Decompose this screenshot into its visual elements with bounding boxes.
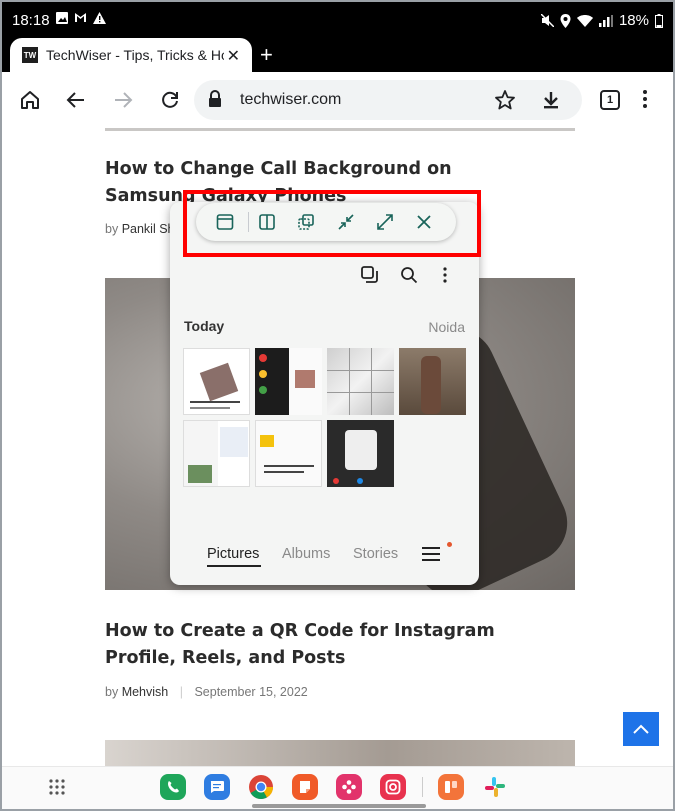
- warning-icon: [93, 12, 106, 24]
- tab-pictures[interactable]: Pictures: [207, 546, 259, 562]
- article-meta: by Mehvish | September 15, 2022: [105, 685, 308, 699]
- battery-icon: [655, 13, 663, 28]
- messages-icon[interactable]: [204, 774, 230, 800]
- tab-switcher-button[interactable]: 1: [600, 90, 620, 110]
- home-icon: [21, 91, 39, 109]
- browser-toolbar: techwiser.com 1: [2, 72, 673, 128]
- browser-tab[interactable]: TW TechWiser - Tips, Tricks & Ho ✕: [10, 38, 252, 72]
- status-right: 18%: [540, 12, 663, 29]
- slack-icon[interactable]: [482, 774, 508, 800]
- more-menu-icon[interactable]: [642, 88, 648, 110]
- popup-window[interactable]: Today Noida Pictures Albums Stories: [170, 202, 479, 585]
- battery-level: 18%: [618, 12, 649, 29]
- lock-icon: [209, 90, 221, 107]
- photo-thumbnail[interactable]: [399, 348, 466, 415]
- bookmark-star-icon[interactable]: [494, 89, 516, 111]
- site-favicon: TW: [22, 47, 38, 63]
- photo-editor-icon[interactable]: [438, 774, 464, 800]
- url-text: techwiser.com: [240, 91, 342, 108]
- tab-albums[interactable]: Albums: [282, 546, 330, 562]
- address-bar[interactable]: techwiser.com: [194, 80, 582, 120]
- home-button[interactable]: [16, 86, 44, 114]
- dock-separator: [422, 777, 423, 797]
- reload-icon: [162, 91, 178, 108]
- more-vert-icon: [443, 267, 447, 283]
- reload-button[interactable]: [156, 86, 184, 114]
- flower-app-icon[interactable]: [336, 774, 362, 800]
- tab-close-button[interactable]: ✕: [227, 46, 240, 65]
- gmail-notification-icon: [75, 13, 86, 22]
- tab-title: TechWiser - Tips, Tricks & Ho: [46, 47, 224, 63]
- home-gesture-bar[interactable]: [252, 804, 426, 808]
- camera-app-icon[interactable]: [380, 774, 406, 800]
- chrome-icon[interactable]: [248, 774, 274, 800]
- meta-separator: |: [179, 685, 183, 699]
- photo-thumbnail[interactable]: [327, 420, 394, 487]
- download-icon[interactable]: [540, 89, 562, 111]
- back-arrow-icon: [66, 92, 84, 108]
- article-date: September 15, 2022: [194, 685, 308, 699]
- article-author[interactable]: Pankil Sh: [122, 222, 175, 236]
- highlight-box: [183, 190, 481, 257]
- section-location: Noida: [428, 319, 465, 335]
- byline-prefix: by: [105, 222, 119, 236]
- article-author[interactable]: Mehvish: [122, 685, 169, 699]
- select-icon: [361, 266, 378, 283]
- status-bar: 18:18 18%: [2, 2, 673, 38]
- screen: 18:18 18% TW TechWiser - Tips, Tricks & …: [0, 0, 675, 811]
- phone-icon[interactable]: [160, 774, 186, 800]
- tab-strip: TW TechWiser - Tips, Tricks & Ho ✕ +: [2, 38, 673, 72]
- photo-thumbnail[interactable]: [183, 348, 250, 415]
- search-button[interactable]: [398, 264, 420, 286]
- article-title[interactable]: How to Create a QR Code for Instagram Pr…: [105, 618, 545, 672]
- active-tab-indicator: [207, 565, 261, 567]
- article-image-edge: [105, 128, 575, 131]
- article-meta: by Pankil Sh: [105, 222, 175, 236]
- section-title: Today: [184, 318, 225, 334]
- new-tab-button[interactable]: +: [260, 42, 273, 68]
- taskbar: [2, 766, 673, 809]
- app-drawer-icon[interactable]: [48, 778, 66, 796]
- article-image[interactable]: [105, 740, 575, 766]
- select-button[interactable]: [359, 264, 381, 286]
- notes-icon[interactable]: [292, 774, 318, 800]
- gallery-notification-icon: [56, 12, 68, 24]
- mute-icon: [540, 14, 554, 27]
- photo-thumbnail[interactable]: [327, 348, 394, 415]
- forward-arrow-icon: [115, 92, 133, 108]
- tab-stories[interactable]: Stories: [353, 546, 398, 562]
- back-button[interactable]: [62, 86, 90, 114]
- gallery-menu-button[interactable]: [434, 264, 456, 286]
- notification-icons: [56, 12, 106, 24]
- signal-icon: [598, 14, 613, 27]
- notification-dot: [447, 542, 452, 547]
- chevron-up-icon: [633, 724, 649, 734]
- photo-thumbnail[interactable]: [255, 420, 322, 487]
- byline-prefix: by: [105, 685, 119, 699]
- wifi-icon: [576, 15, 593, 27]
- location-icon: [560, 13, 571, 28]
- search-icon: [401, 267, 418, 284]
- back-to-top-button[interactable]: [623, 712, 659, 746]
- forward-button[interactable]: [109, 86, 137, 114]
- photo-thumbnail[interactable]: [255, 348, 322, 415]
- photo-thumbnail[interactable]: [183, 420, 250, 487]
- hamburger-menu-icon[interactable]: [422, 546, 440, 562]
- status-time: 18:18: [12, 12, 50, 29]
